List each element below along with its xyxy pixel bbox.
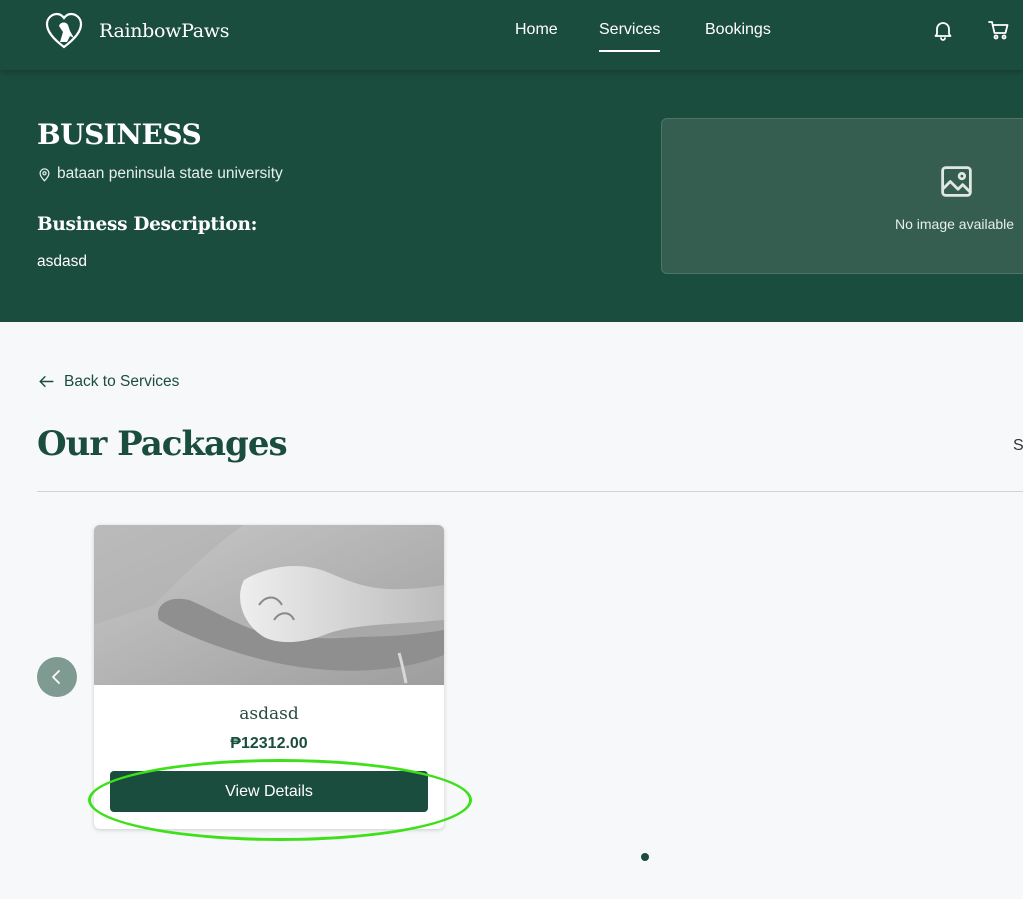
nav-bookings[interactable]: Bookings bbox=[705, 20, 771, 40]
sort-control-partial[interactable]: S bbox=[1013, 437, 1023, 455]
package-price: ₱12312.00 bbox=[230, 735, 308, 752]
image-icon bbox=[941, 166, 972, 197]
paw-heart-logo-icon bbox=[45, 12, 83, 49]
back-label: Back to Services bbox=[64, 372, 180, 390]
arrow-left-icon bbox=[39, 376, 54, 387]
navbar: RainbowPaws Home Services Bookings bbox=[0, 0, 1023, 70]
package-image bbox=[94, 525, 444, 685]
map-pin-icon bbox=[39, 167, 50, 182]
chevron-left-icon bbox=[52, 670, 60, 684]
packages-title: Our Packages bbox=[37, 424, 288, 464]
carousel-dot[interactable] bbox=[641, 853, 649, 861]
business-image-placeholder: No image available bbox=[661, 118, 1023, 274]
view-details-button[interactable]: View Details bbox=[110, 771, 428, 812]
nav-home[interactable]: Home bbox=[515, 20, 558, 40]
description-text: asdasd bbox=[37, 253, 87, 270]
carousel-prev-button[interactable] bbox=[37, 657, 77, 697]
description-heading: Business Description: bbox=[37, 214, 258, 235]
section-divider bbox=[37, 491, 1023, 492]
cart-icon[interactable] bbox=[987, 18, 1011, 42]
bell-icon[interactable] bbox=[931, 18, 955, 42]
package-card: asdasd ₱12312.00 View Details bbox=[94, 525, 444, 829]
package-name: asdasd bbox=[239, 704, 299, 724]
brand-name: RainbowPaws bbox=[99, 20, 230, 42]
business-name: BUSINESS bbox=[37, 118, 202, 151]
business-location: bataan peninsula state university bbox=[37, 165, 283, 183]
back-to-services-link[interactable]: Back to Services bbox=[37, 372, 179, 391]
business-hero: BUSINESS bataan peninsula state universi… bbox=[0, 70, 1023, 322]
nav-services[interactable]: Services bbox=[599, 20, 661, 52]
brand-logo[interactable]: RainbowPaws bbox=[44, 12, 230, 50]
location-text: bataan peninsula state university bbox=[57, 165, 283, 182]
no-image-text: No image available bbox=[895, 216, 1015, 232]
